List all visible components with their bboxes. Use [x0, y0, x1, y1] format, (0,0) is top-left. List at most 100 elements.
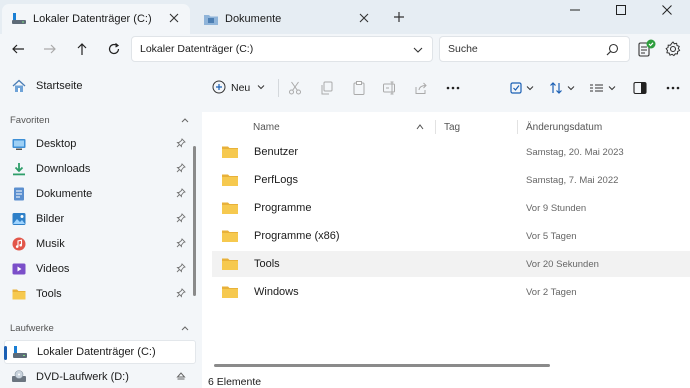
column-header-date[interactable]: Änderungsdatum	[526, 122, 602, 133]
forward-arrow-icon[interactable]	[40, 39, 60, 59]
command-bar: Neu	[202, 64, 690, 112]
sync-status-icon[interactable]	[637, 39, 657, 59]
folder-icon	[222, 174, 238, 186]
chevron-down-icon[interactable]	[412, 44, 424, 59]
file-row[interactable]: PerfLogs Samstag, 7. Mai 2022	[212, 167, 690, 193]
details-pane-icon[interactable]	[633, 79, 647, 97]
dvd-drive-icon	[12, 370, 26, 384]
address-path: Lokaler Datenträger (C:)	[140, 43, 254, 55]
folder-icon	[222, 230, 238, 242]
share-icon[interactable]	[414, 79, 428, 97]
file-row[interactable]: Windows Vor 2 Tagen	[212, 279, 690, 305]
refresh-icon[interactable]	[104, 39, 124, 59]
pin-icon[interactable]	[176, 288, 186, 301]
sidebar-item-label: Desktop	[36, 138, 77, 150]
more-options-icon[interactable]	[666, 79, 680, 97]
file-date: Vor 5 Tagen	[526, 230, 577, 242]
copy-icon[interactable]	[320, 79, 334, 97]
favorites-header: Favoriten	[10, 115, 50, 126]
folder-icon	[222, 286, 238, 298]
separator	[278, 79, 279, 97]
title-bar: Lokaler Datenträger (C:) Dokumente	[0, 0, 690, 34]
documents-icon	[12, 187, 26, 201]
desktop-icon	[12, 137, 26, 151]
column-divider[interactable]	[517, 120, 518, 134]
new-button-label: Neu	[231, 82, 251, 94]
pin-icon[interactable]	[176, 213, 186, 226]
rename-icon[interactable]	[383, 79, 397, 97]
file-date: Samstag, 20. Mai 2023	[526, 146, 624, 158]
close-tab-icon[interactable]	[358, 12, 370, 24]
pin-icon[interactable]	[176, 163, 186, 176]
plus-circle-icon	[212, 80, 226, 97]
cut-icon[interactable]	[288, 79, 302, 97]
pin-icon[interactable]	[176, 188, 186, 201]
search-input[interactable]	[448, 43, 598, 55]
folder-icon	[222, 202, 238, 214]
downloads-icon	[12, 162, 26, 176]
sidebar-item-home[interactable]: Startseite	[4, 74, 196, 98]
file-date: Vor 2 Tagen	[526, 286, 577, 298]
maximize-icon[interactable]	[598, 0, 644, 20]
pin-icon[interactable]	[176, 238, 186, 251]
close-tab-icon[interactable]	[168, 12, 180, 24]
file-row[interactable]: Benutzer Samstag, 20. Mai 2023	[212, 139, 690, 165]
new-tab-icon[interactable]	[390, 8, 408, 26]
sidebar-item-label: Dokumente	[36, 188, 93, 200]
select-icon[interactable]	[510, 79, 536, 97]
column-header-name[interactable]: Name	[253, 122, 280, 133]
column-header-tag[interactable]: Tag	[444, 122, 460, 133]
pin-icon[interactable]	[176, 263, 186, 276]
sidebar-item-tools[interactable]: Tools	[4, 282, 196, 306]
sidebar-item-documents[interactable]: Dokumente	[4, 182, 196, 206]
eject-icon[interactable]	[176, 371, 186, 384]
chevron-down-icon	[256, 82, 266, 95]
minimize-icon[interactable]	[552, 0, 598, 20]
folder-icon	[12, 287, 26, 301]
tab-label: Lokaler Datenträger (C:)	[33, 13, 152, 25]
chevron-up-icon[interactable]	[180, 323, 190, 336]
sidebar-item-videos[interactable]: Videos	[4, 257, 196, 281]
sidebar-item-dvd-drive[interactable]: DVD-Laufwerk (D:)	[4, 365, 196, 388]
file-row[interactable]: Programme (x86) Vor 5 Tagen	[212, 223, 690, 249]
file-row[interactable]: Tools Vor 20 Sekunden	[212, 251, 690, 277]
sidebar-item-label: Lokaler Datenträger (C:)	[37, 346, 156, 358]
drives-header: Laufwerke	[10, 323, 54, 334]
pin-icon[interactable]	[176, 138, 186, 151]
sidebar-item-music[interactable]: Musik	[4, 232, 196, 256]
sidebar-item-label: DVD-Laufwerk (D:)	[36, 371, 129, 383]
search-box[interactable]	[439, 36, 630, 62]
sidebar-item-pictures[interactable]: Bilder	[4, 207, 196, 231]
pictures-icon	[12, 212, 26, 226]
file-row[interactable]: Programme Vor 9 Stunden	[212, 195, 690, 221]
search-icon[interactable]	[606, 43, 619, 59]
music-icon	[12, 237, 26, 251]
close-window-icon[interactable]	[644, 0, 690, 20]
horizontal-scrollbar[interactable]	[214, 364, 550, 367]
gear-icon[interactable]	[664, 40, 682, 58]
sidebar-item-downloads[interactable]: Downloads	[4, 157, 196, 181]
tab-local-disk[interactable]: Lokaler Datenträger (C:)	[2, 4, 190, 34]
folder-icon	[222, 146, 238, 158]
file-date: Vor 20 Sekunden	[526, 258, 599, 270]
chevron-up-icon[interactable]	[180, 115, 190, 128]
sidebar-scrollbar[interactable]	[193, 146, 196, 296]
sidebar-item-local-disk[interactable]: Lokaler Datenträger (C:)	[4, 340, 196, 364]
back-arrow-icon[interactable]	[8, 39, 28, 59]
navigation-bar: Lokaler Datenträger (C:)	[0, 34, 690, 64]
new-button[interactable]: Neu	[212, 78, 266, 98]
address-bar[interactable]: Lokaler Datenträger (C:)	[131, 36, 433, 62]
sidebar-item-label: Tools	[36, 288, 62, 300]
sort-icon[interactable]	[549, 79, 577, 97]
up-arrow-icon[interactable]	[72, 39, 92, 59]
sidebar-item-desktop[interactable]: Desktop	[4, 132, 196, 156]
tab-documents[interactable]: Dokumente	[194, 4, 380, 34]
more-options-icon[interactable]	[446, 79, 460, 97]
paste-icon[interactable]	[352, 79, 366, 97]
drive-icon	[13, 345, 27, 359]
view-options-icon[interactable]	[589, 79, 619, 97]
home-icon	[12, 79, 26, 93]
column-divider[interactable]	[435, 120, 436, 134]
documents-folder-icon	[204, 13, 218, 25]
file-date: Samstag, 7. Mai 2022	[526, 174, 619, 186]
